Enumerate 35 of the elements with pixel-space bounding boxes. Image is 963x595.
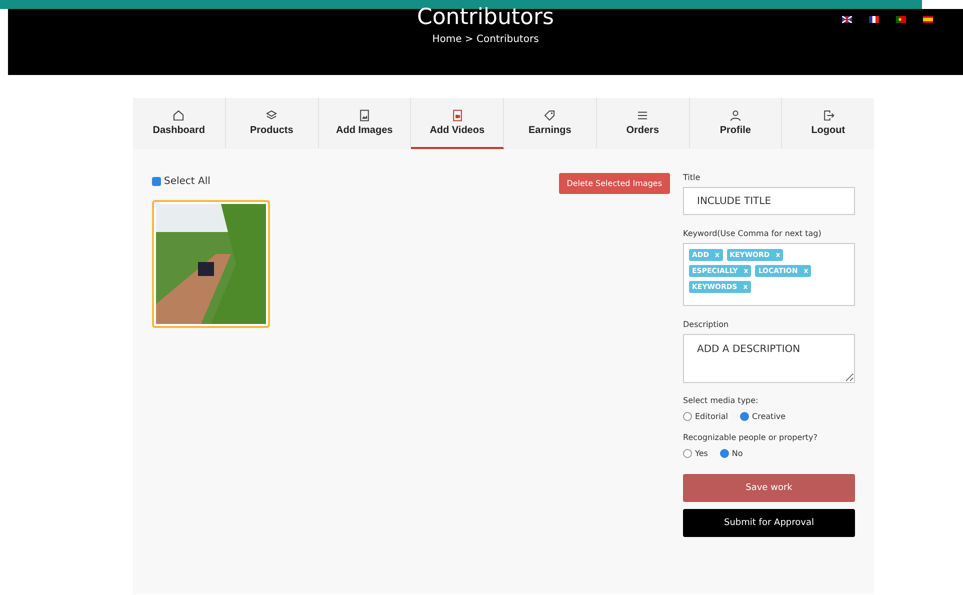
- breadcrumb[interactable]: Home > Contributors: [432, 34, 539, 45]
- image-file-icon: [358, 109, 371, 122]
- description-field[interactable]: ADD A DESCRIPTION: [683, 334, 855, 383]
- field-label: Recognizable people or property?: [683, 433, 819, 442]
- menu-icon: [636, 109, 650, 122]
- user-icon: [728, 109, 742, 122]
- delete-selected-button[interactable]: Delete Selected Images: [558, 173, 670, 194]
- radio-button[interactable]: [683, 449, 692, 458]
- radio-label[interactable]: Yes: [695, 449, 708, 458]
- nav-tab[interactable]: Logout: [782, 98, 874, 149]
- video-file-icon: [450, 109, 464, 122]
- logout-icon: [822, 109, 835, 122]
- radio-label[interactable]: No: [732, 449, 743, 458]
- title-field[interactable]: INCLUDE TITLE: [683, 187, 855, 215]
- tag-icon: [543, 109, 556, 122]
- submit-button[interactable]: Submit for Approval: [683, 509, 855, 537]
- flag-icon[interactable]: [896, 16, 906, 23]
- field-label: Select media type:: [683, 396, 760, 405]
- radio-button[interactable]: [720, 449, 729, 458]
- radio-label[interactable]: Editorial: [695, 412, 728, 421]
- field-label: Title: [683, 173, 702, 182]
- save-work-button[interactable]: Save work: [683, 474, 855, 502]
- radio-button[interactable]: [683, 412, 692, 421]
- field-label: Keyword(Use Comma for next tag): [683, 229, 822, 238]
- select-all-checkbox[interactable]: [152, 177, 161, 186]
- field-label: Description: [683, 320, 730, 329]
- radio-label[interactable]: Creative: [752, 412, 786, 421]
- flag-icon[interactable]: [869, 16, 879, 23]
- layers-icon: [265, 109, 278, 122]
- photo-thumbnail[interactable]: [152, 200, 270, 328]
- flag-icon[interactable]: [842, 16, 852, 23]
- page-title: Contributors: [416, 7, 554, 29]
- select-all-label[interactable]: Select All: [164, 176, 210, 187]
- radio-button[interactable]: [740, 412, 750, 421]
- home-icon: [172, 109, 186, 122]
